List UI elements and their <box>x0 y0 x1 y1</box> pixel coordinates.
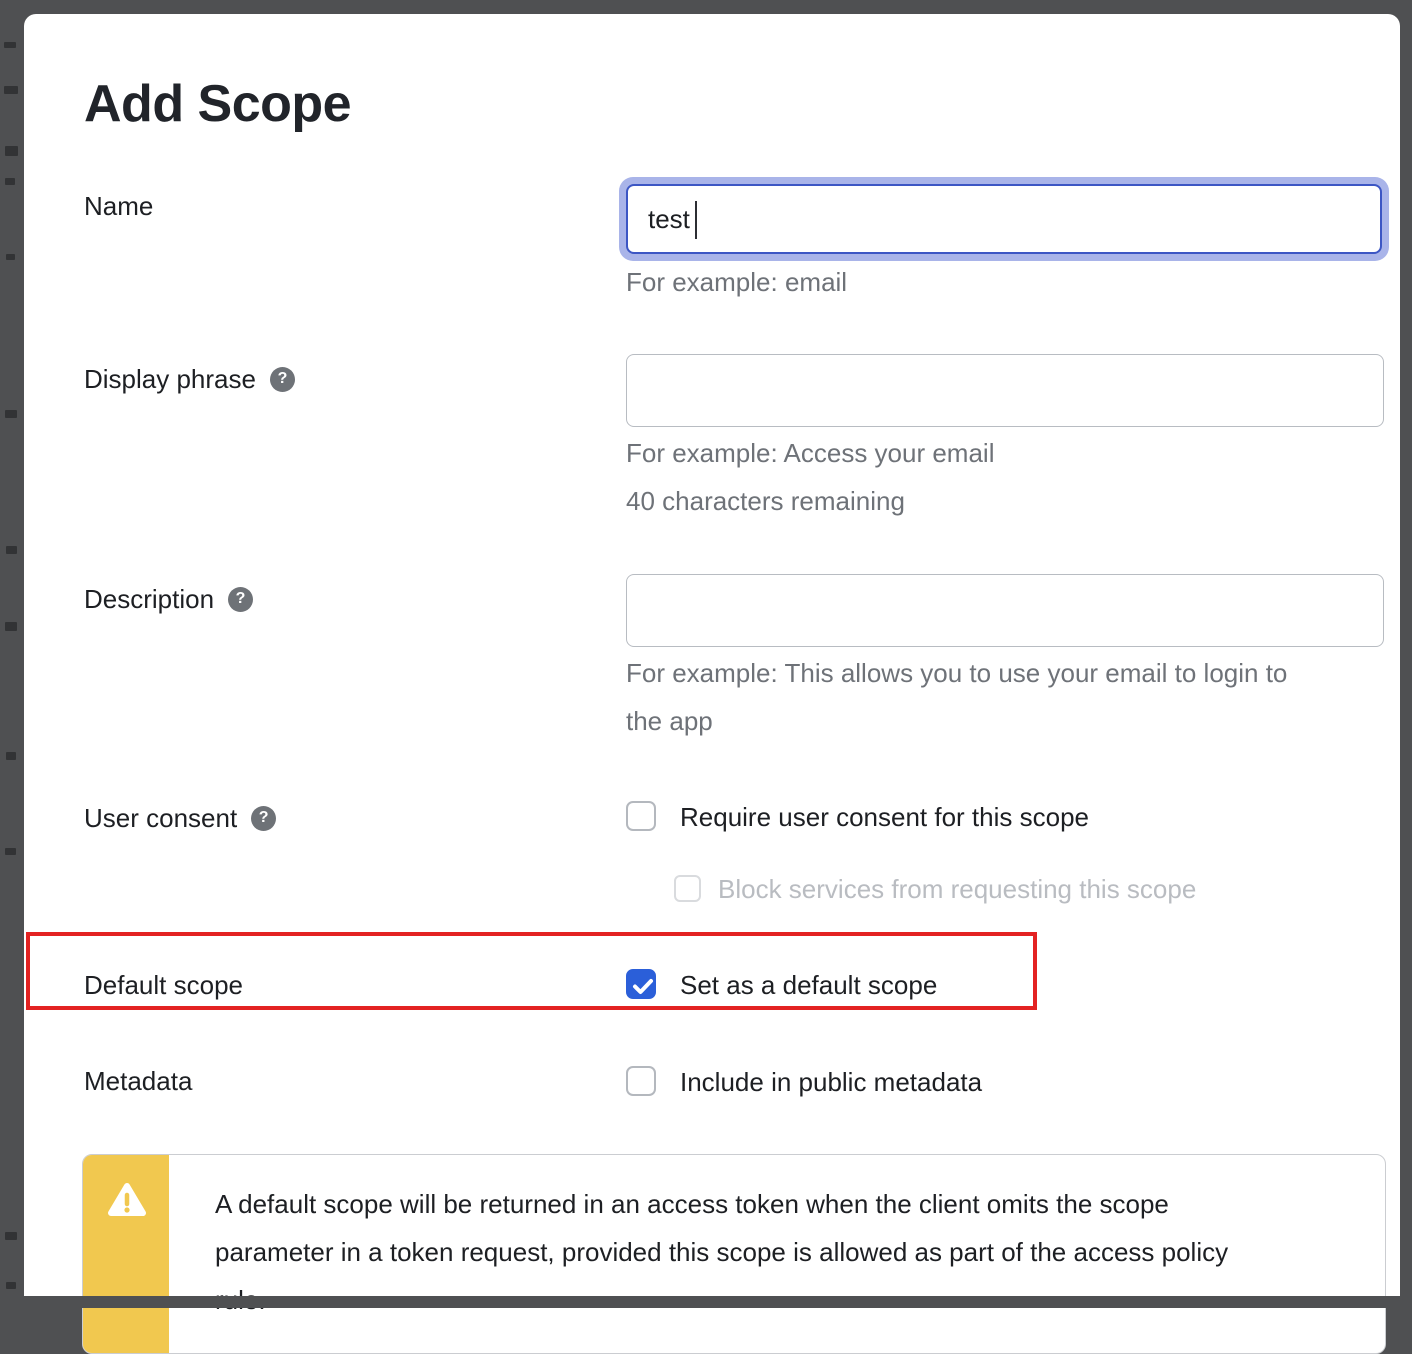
block-services-label: Block services from requesting this scop… <box>718 874 1196 905</box>
background-artifact <box>5 146 18 156</box>
overlay-edge-bottom <box>0 1296 1412 1308</box>
background-artifact <box>6 546 17 554</box>
user-consent-label: User consent <box>84 803 237 834</box>
background-artifact <box>5 848 16 855</box>
background-artifact <box>6 254 15 260</box>
help-icon[interactable]: ? <box>251 806 276 831</box>
name-input[interactable] <box>626 184 1382 254</box>
include-public-metadata-checkbox[interactable] <box>626 1066 656 1096</box>
warning-text-line1: A default scope will be returned in an a… <box>215 1180 1355 1228</box>
name-hint: For example: email <box>626 267 847 298</box>
dialog-title: Add Scope <box>84 74 351 134</box>
overlay-edge-left <box>0 0 24 1308</box>
metadata-label-row: Metadata <box>84 1066 192 1097</box>
description-label: Description <box>84 584 214 615</box>
background-artifact <box>4 86 18 94</box>
characters-remaining: 40 characters remaining <box>626 486 905 517</box>
set-default-scope-label: Set as a default scope <box>680 970 937 1001</box>
metadata-label: Metadata <box>84 1066 192 1097</box>
default-scope-label-row: Default scope <box>84 970 243 1001</box>
warning-icon <box>107 1181 147 1221</box>
name-input-focus-ring <box>619 177 1389 261</box>
default-scope-warning-callout: A default scope will be returned in an a… <box>82 1154 1386 1354</box>
text-caret <box>695 201 697 239</box>
background-artifact <box>4 42 16 48</box>
overlay-edge-right <box>1400 0 1412 1308</box>
require-user-consent-label: Require user consent for this scope <box>680 802 1089 833</box>
checkmark-icon <box>631 974 655 998</box>
overlay-edge-top <box>0 0 1412 14</box>
display-phrase-hint: For example: Access your email <box>626 438 994 469</box>
description-hint-line1: For example: This allows you to use your… <box>626 658 1287 689</box>
help-icon[interactable]: ? <box>270 367 295 392</box>
require-user-consent-checkbox[interactable] <box>626 801 656 831</box>
display-phrase-input[interactable] <box>626 354 1384 427</box>
background-artifact <box>6 1282 16 1289</box>
default-scope-label: Default scope <box>84 970 243 1001</box>
background-artifact <box>5 410 17 418</box>
add-scope-dialog: Add Scope Name For example: email Displa… <box>24 14 1400 1304</box>
help-icon[interactable]: ? <box>228 587 253 612</box>
warning-text-line2: parameter in a token request, provided t… <box>215 1228 1355 1276</box>
name-label-row: Name <box>84 191 153 222</box>
name-label: Name <box>84 191 153 222</box>
description-input[interactable] <box>626 574 1384 647</box>
description-hint-line2: the app <box>626 706 713 737</box>
include-public-metadata-label: Include in public metadata <box>680 1067 982 1098</box>
block-services-checkbox <box>674 875 701 902</box>
background-artifact <box>5 1232 17 1240</box>
screen: Add Scope Name For example: email Displa… <box>0 0 1412 1308</box>
background-artifact <box>6 752 16 760</box>
background-artifact <box>5 178 15 185</box>
set-default-scope-checkbox[interactable] <box>626 969 656 999</box>
user-consent-label-row: User consent ? <box>84 803 276 834</box>
warning-stripe <box>83 1155 169 1353</box>
description-label-row: Description ? <box>84 584 253 615</box>
display-phrase-label: Display phrase <box>84 364 256 395</box>
background-artifact <box>5 622 17 631</box>
display-phrase-label-row: Display phrase ? <box>84 364 295 395</box>
